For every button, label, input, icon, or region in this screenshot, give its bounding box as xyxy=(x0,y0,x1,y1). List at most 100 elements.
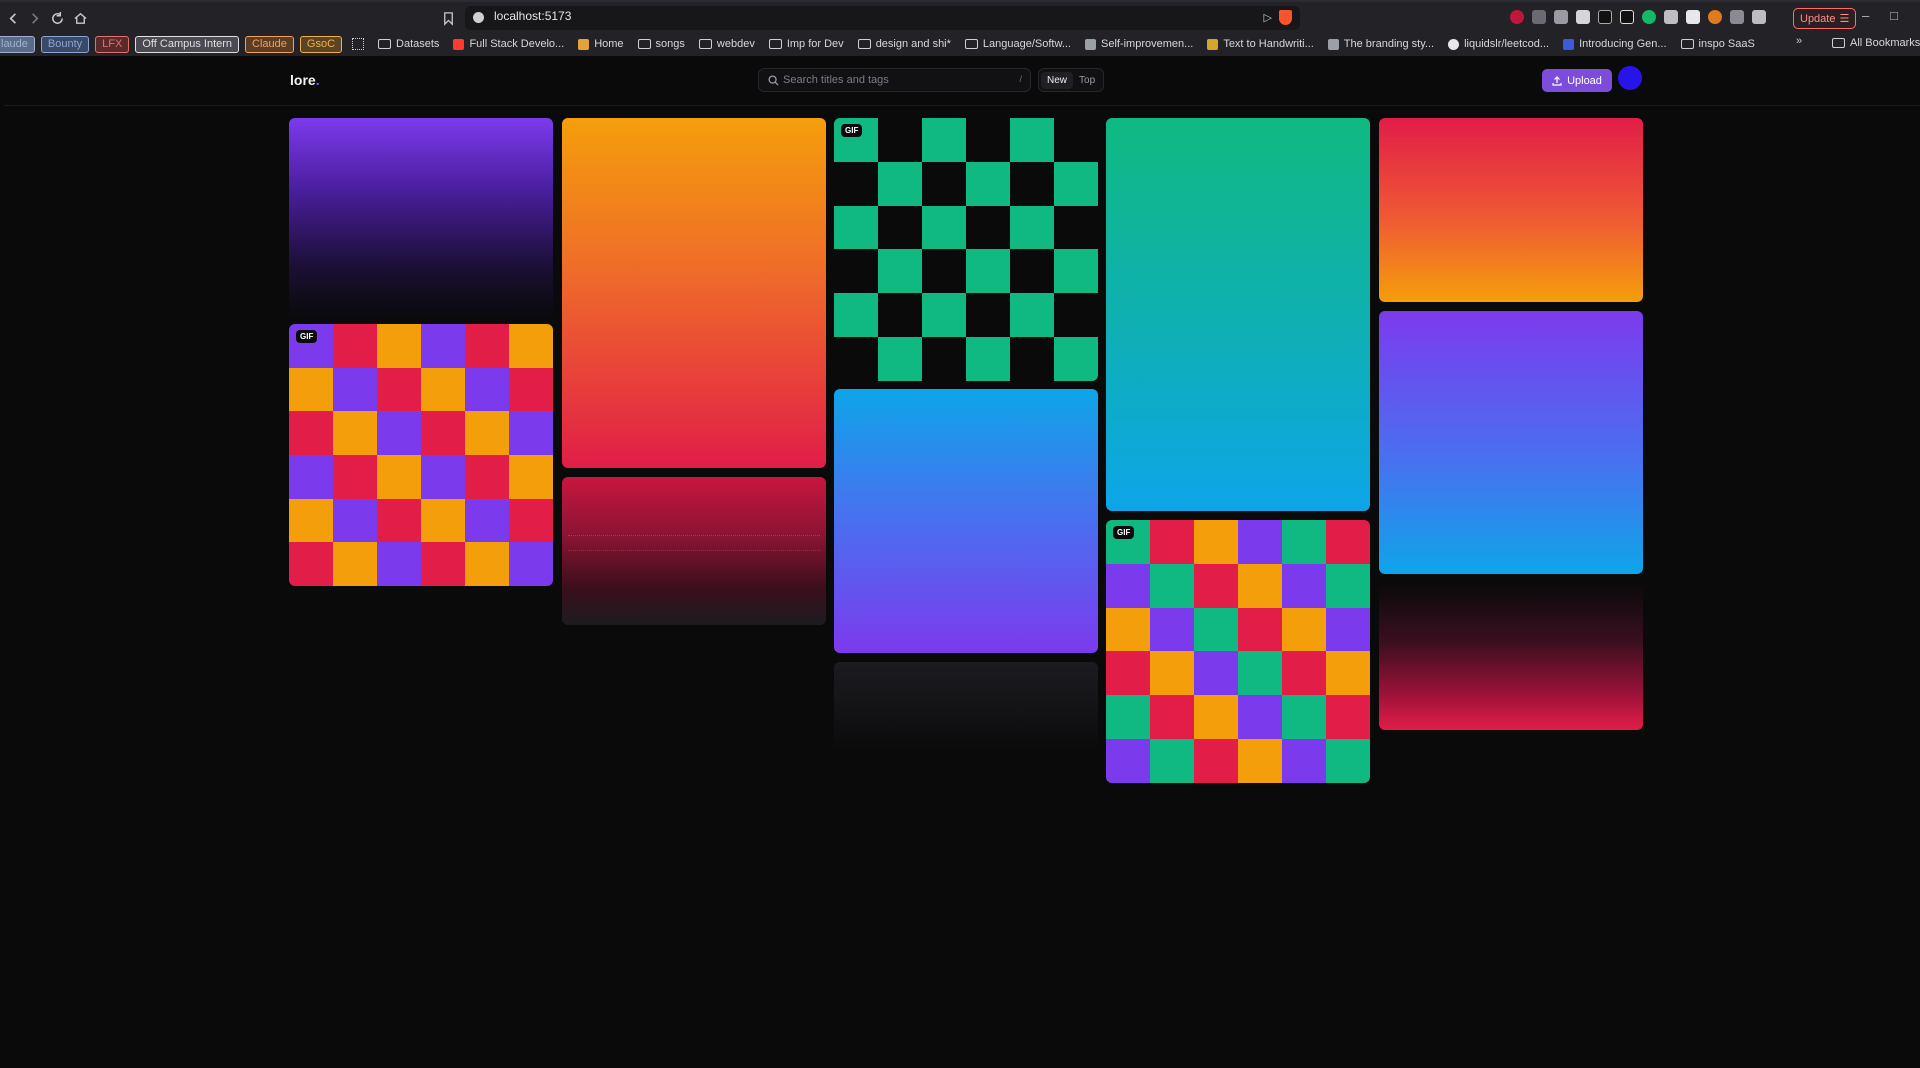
checker-cell xyxy=(1326,563,1370,608)
bookmark-label: Imp for Dev xyxy=(786,38,844,50)
checker-cell xyxy=(1010,249,1054,294)
bookmark-chip[interactable]: Claude xyxy=(245,35,294,53)
search-input[interactable] xyxy=(783,71,1003,89)
bookmark-chip[interactable]: laude xyxy=(0,35,35,53)
gallery-item[interactable] xyxy=(289,118,553,318)
gallery-item[interactable] xyxy=(1379,583,1643,730)
checker-cell xyxy=(878,161,922,206)
checker-cell xyxy=(377,324,421,368)
bookmark-item[interactable]: webdev xyxy=(698,38,755,50)
folder-icon xyxy=(857,39,871,49)
extension-icon[interactable] xyxy=(1686,10,1700,24)
gallery-item[interactable] xyxy=(562,477,826,625)
bookmark-chip[interactable]: Off Campus Intern xyxy=(135,35,240,53)
bookmark-label: Text to Handwriti... xyxy=(1223,38,1314,50)
bookmark-item[interactable]: Introducing Gen... xyxy=(1563,38,1667,50)
gallery-item[interactable]: GIF xyxy=(289,324,553,586)
bookmark-chip[interactable]: GsoC xyxy=(299,35,343,53)
gallery-item[interactable]: GIF xyxy=(1106,520,1370,783)
bookmark-item[interactable]: Imp for Dev xyxy=(768,38,844,50)
checker-cell xyxy=(1326,520,1370,564)
gif-badge: GIF xyxy=(1113,526,1135,539)
extension-icon[interactable] xyxy=(1708,10,1722,24)
folder-icon xyxy=(637,39,651,49)
gallery-item[interactable] xyxy=(1106,118,1370,511)
brave-shield-icon[interactable] xyxy=(1279,10,1292,25)
bookmark-item[interactable]: The branding sty... xyxy=(1327,38,1435,50)
checker-cell xyxy=(1010,293,1054,338)
bookmark-label: Home xyxy=(594,38,624,50)
extension-icon[interactable] xyxy=(1576,10,1590,24)
update-button[interactable]: Update ☰ xyxy=(1793,8,1857,29)
bookmark-label: The branding sty... xyxy=(1343,38,1435,50)
camera-icon[interactable] xyxy=(1554,10,1568,24)
reload-icon[interactable] xyxy=(47,8,67,28)
puzzle-icon[interactable] xyxy=(1752,10,1766,24)
checker-cell xyxy=(1106,695,1150,740)
folder-icon xyxy=(768,39,782,49)
address-bar[interactable]: ▷ xyxy=(465,6,1300,30)
bookmark-item[interactable]: inspo SaaS xyxy=(1680,38,1755,50)
bookmark-chips: laude Bounty LFX Off Campus Intern Claude Gso… xyxy=(0,35,348,53)
all-bookmarks[interactable]: All Bookmarks xyxy=(1832,37,1920,49)
bookmark-item[interactable]: Text to Handwriti... xyxy=(1207,38,1314,50)
extension-icon[interactable] xyxy=(1730,10,1744,24)
bookmark-page-icon[interactable] xyxy=(438,8,458,28)
gallery-item[interactable] xyxy=(834,389,1098,653)
checker-cell xyxy=(834,293,878,338)
avatar[interactable] xyxy=(1618,66,1642,90)
checker-cell xyxy=(966,249,1010,294)
forward-icon[interactable] xyxy=(24,8,44,28)
bookmark-item[interactable]: songs xyxy=(637,38,685,50)
maximize-icon[interactable]: □ xyxy=(1890,8,1898,23)
checker-cell xyxy=(1150,695,1194,740)
bookmark-item[interactable]: Datasets xyxy=(378,38,439,50)
gallery-item[interactable] xyxy=(834,662,1098,752)
checker-cell xyxy=(878,205,922,250)
sort-new-button[interactable]: New xyxy=(1041,71,1074,89)
gallery-item[interactable]: GIF xyxy=(834,118,1098,381)
minimize-icon[interactable]: – xyxy=(1862,8,1869,23)
apps-grid-icon[interactable] xyxy=(352,38,365,50)
app-viewport: lore. / New Top Upload GIF xyxy=(4,58,1920,1068)
share-icon[interactable]: ▷ xyxy=(1264,11,1272,24)
bookmark-item[interactable]: design and shi* xyxy=(857,38,951,50)
checker-cell xyxy=(465,542,509,586)
bookmark-chip[interactable]: LFX xyxy=(95,35,130,53)
gif-badge: GIF xyxy=(841,124,863,137)
gallery-item[interactable] xyxy=(1379,311,1643,574)
folder-icon xyxy=(1680,39,1694,49)
extension-icon[interactable] xyxy=(1620,10,1634,24)
logo[interactable]: lore. xyxy=(290,72,320,88)
more-bookmarks-icon[interactable]: » xyxy=(1796,35,1802,47)
home-icon[interactable] xyxy=(70,8,90,28)
sort-top-button[interactable]: Top xyxy=(1073,72,1101,89)
site-info-icon[interactable] xyxy=(473,12,484,23)
gallery-item[interactable] xyxy=(562,118,826,468)
checker-cell xyxy=(377,411,421,455)
checker-cell xyxy=(421,324,465,368)
extension-icon[interactable] xyxy=(1598,10,1612,24)
favicon-icon xyxy=(453,38,465,50)
bookmark-label: songs xyxy=(655,38,685,50)
back-icon[interactable] xyxy=(3,8,23,28)
bookmark-item[interactable]: Self-improvemen... xyxy=(1085,38,1193,50)
bookmark-chip[interactable]: Bounty xyxy=(40,35,90,53)
checker-cell xyxy=(289,455,333,499)
menu-icon: ☰ xyxy=(1839,13,1850,25)
folder-icon xyxy=(698,39,712,49)
gallery-item[interactable] xyxy=(1379,118,1643,302)
checker-cell xyxy=(333,498,377,543)
extension-icon[interactable] xyxy=(1642,10,1656,24)
extension-icon[interactable] xyxy=(1510,10,1524,24)
bookmark-item[interactable]: Language/Softw... xyxy=(964,38,1071,50)
checker-cell xyxy=(834,249,878,294)
bookmark-item[interactable]: Full Stack Develo... xyxy=(453,38,564,50)
upload-button[interactable]: Upload xyxy=(1542,69,1612,92)
bookmark-item[interactable]: Home xyxy=(578,38,624,50)
checker-cell xyxy=(922,205,966,250)
extension-icon[interactable] xyxy=(1532,10,1546,24)
bookmark-item[interactable]: liquidslr/leetcod... xyxy=(1448,38,1549,50)
checker-cell xyxy=(878,337,922,381)
extension-icon[interactable] xyxy=(1664,10,1678,24)
